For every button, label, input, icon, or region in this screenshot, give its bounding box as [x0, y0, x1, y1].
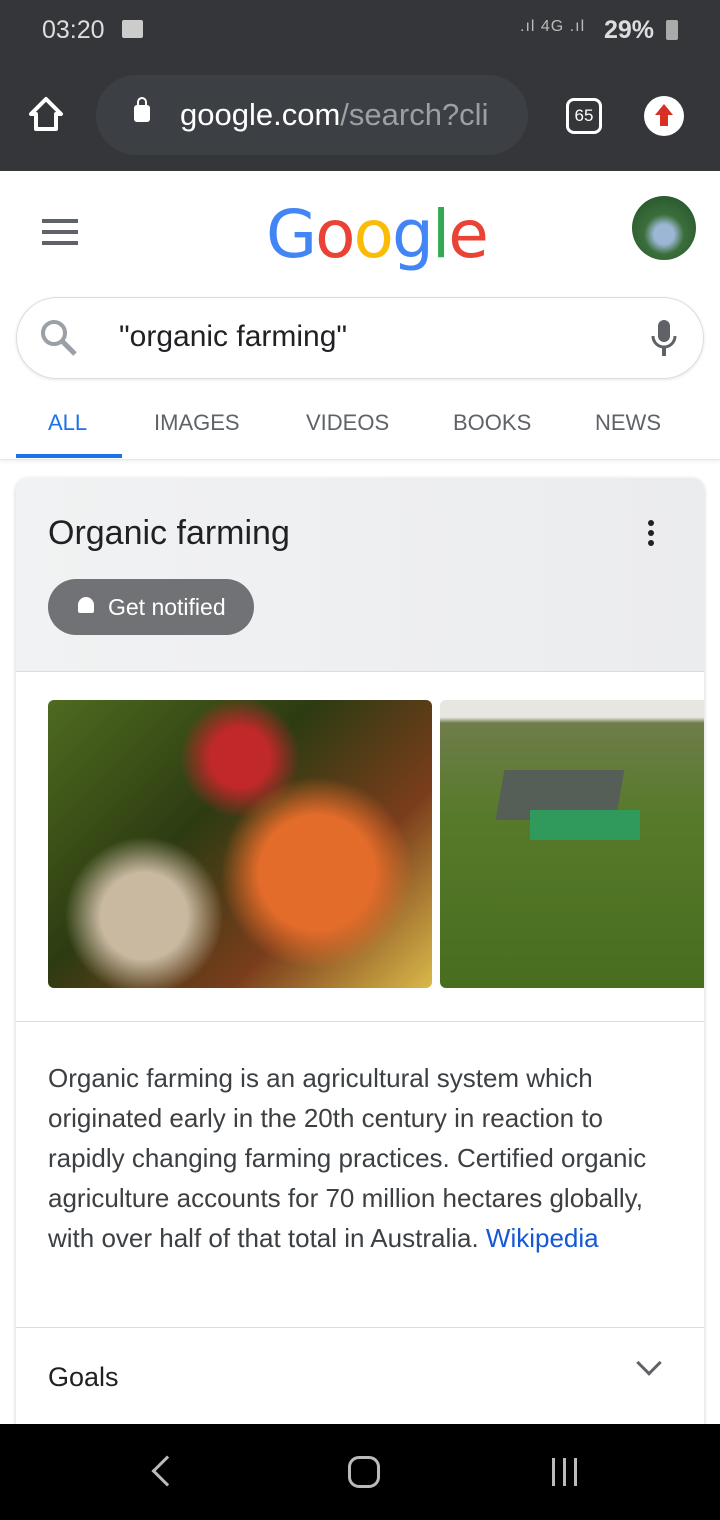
tab-images[interactable]: IMAGES [154, 410, 240, 436]
url-text[interactable]: google.com/search?cli [180, 97, 510, 133]
tab-switcher-button[interactable]: 65 [566, 98, 602, 134]
search-icon[interactable] [39, 318, 79, 358]
panel-title: Organic farming [48, 514, 290, 552]
wikipedia-link[interactable]: Wikipedia [486, 1223, 599, 1253]
hamburger-menu-icon[interactable] [42, 219, 78, 252]
tab-books[interactable]: BOOKS [453, 410, 531, 436]
recent-apps-icon[interactable] [552, 1458, 585, 1491]
battery-charging-icon [666, 20, 678, 40]
update-icon[interactable] [644, 96, 684, 136]
browser-toolbar: google.com/search?cli 65 [0, 60, 720, 171]
image-carousel[interactable] [16, 672, 704, 1022]
tab-all[interactable]: ALL [48, 410, 87, 436]
image-notification-icon [122, 20, 143, 38]
farm-field-image[interactable] [440, 700, 704, 988]
logo-letter: l [431, 196, 450, 273]
home-button-icon[interactable] [348, 1456, 380, 1488]
google-logo[interactable]: Google [266, 196, 489, 273]
bell-icon [78, 597, 94, 613]
tab-videos[interactable]: VIDEOS [306, 410, 389, 436]
signal-icon: .ıl 4G .ıl [520, 18, 586, 35]
get-notified-button[interactable]: Get notified [48, 579, 254, 635]
avatar[interactable] [632, 196, 696, 260]
logo-letter: g [391, 196, 434, 273]
search-input[interactable]: "organic farming" [16, 297, 704, 379]
goals-label: Goals [48, 1362, 119, 1392]
logo-letter: o [353, 196, 394, 273]
home-icon[interactable] [28, 96, 64, 132]
search-tabs: ALL IMAGES VIDEOS BOOKS NEWS [0, 398, 720, 460]
search-query[interactable]: "organic farming" [119, 320, 347, 354]
more-options-icon[interactable] [648, 520, 654, 550]
panel-description: Organic farming is an agricultural syste… [16, 1022, 704, 1328]
active-tab-indicator [16, 454, 122, 458]
chevron-down-icon[interactable] [636, 1350, 662, 1376]
logo-letter: G [266, 196, 317, 273]
battery-level: 29% [604, 16, 655, 44]
panel-header: Organic farming Get notified [16, 478, 704, 672]
logo-letter: e [448, 196, 489, 273]
address-bar[interactable]: google.com/search?cli [96, 75, 528, 155]
clock: 03:20 [42, 16, 105, 44]
vegetables-image[interactable] [48, 700, 432, 988]
tab-news[interactable]: NEWS [595, 410, 661, 436]
knowledge-panel: Organic farming Get notified Organic far… [16, 478, 704, 1438]
goals-section[interactable]: Goals [16, 1328, 704, 1428]
logo-letter: o [315, 196, 355, 273]
status-bar: 03:20 .ıl 4G .ıl 29% [0, 0, 720, 60]
microphone-icon[interactable] [649, 318, 679, 358]
system-nav-bar [0, 1424, 720, 1520]
back-icon[interactable] [151, 1455, 183, 1487]
lock-icon [134, 97, 150, 122]
